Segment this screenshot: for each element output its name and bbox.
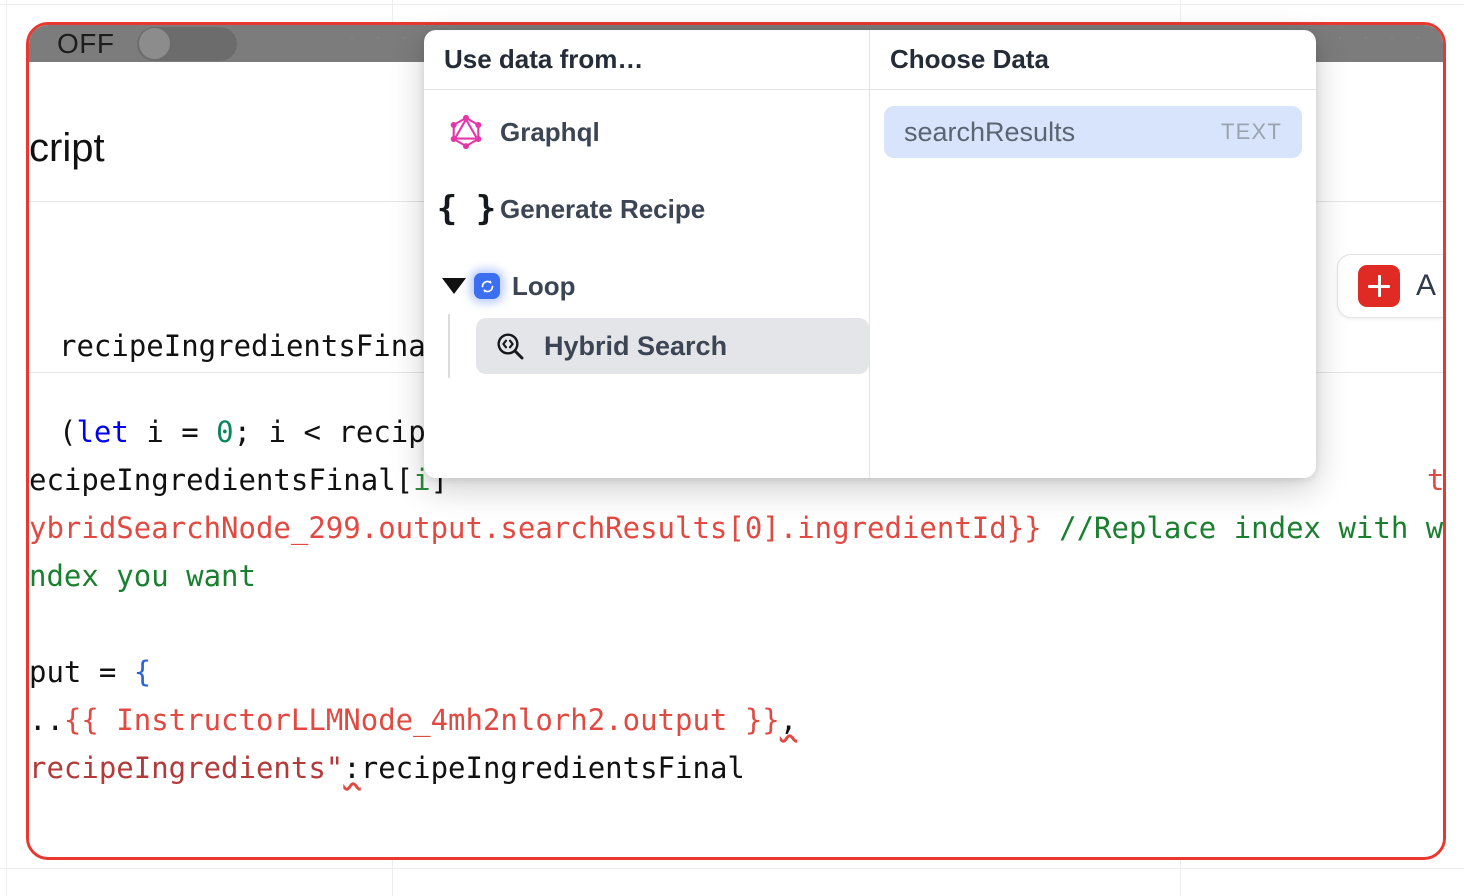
picker-data-list: searchResults TEXT	[870, 90, 1316, 478]
source-item-loop[interactable]: Loop	[424, 258, 869, 314]
code-token: i =	[129, 415, 216, 449]
plus-icon	[1358, 265, 1400, 307]
code-token: ; i < recipe	[234, 415, 444, 449]
graphql-icon	[448, 114, 484, 150]
json-braces-icon: { }	[448, 189, 484, 229]
code-token: recipeIngredientsFinal	[59, 329, 443, 363]
code-line: recipeIngredients":recipeIngredientsFina…	[29, 744, 745, 792]
data-picker-popup[interactable]: Use data from…	[424, 30, 1316, 478]
code-token: ecipeIngredientsFinal[	[29, 463, 413, 497]
code-line: t[i].	[1427, 456, 1443, 504]
source-item-graphql[interactable]: Graphql	[424, 104, 869, 160]
code-line: recipeIngredientsFinal	[59, 322, 443, 370]
loop-icon	[474, 273, 500, 299]
source-item-label: Hybrid Search	[544, 331, 727, 362]
code-line: ybridSearchNode_299.output.searchResults…	[29, 504, 1443, 552]
data-item-name: searchResults	[904, 117, 1075, 148]
add-button-label: A	[1416, 269, 1436, 303]
source-item-label: Graphql	[500, 119, 600, 145]
code-line: put = {	[29, 648, 151, 696]
code-token: t[i].	[1427, 463, 1443, 497]
picker-sources-list: Graphql { } Generate Recipe	[424, 90, 869, 478]
source-item-label: Loop	[512, 273, 576, 299]
node-title: cript	[29, 126, 105, 171]
code-line: (let i = 0; i < recipe	[59, 408, 443, 456]
toggle-knob	[139, 28, 170, 59]
code-search-icon	[494, 330, 526, 362]
node-enabled-toggle[interactable]	[137, 27, 237, 61]
code-token: recipeIngredients"	[29, 751, 343, 785]
code-token: ndex you want	[29, 559, 256, 593]
chevron-down-icon[interactable]	[442, 278, 466, 294]
code-token: ..	[29, 703, 64, 737]
code-line: ecipeIngredientsFinal[i]	[29, 456, 448, 504]
node-enabled-label: OFF	[57, 30, 115, 58]
picker-sources-header: Use data from…	[424, 30, 869, 90]
code-token: ,	[780, 703, 797, 737]
source-item-generate-recipe[interactable]: { } Generate Recipe	[424, 181, 869, 237]
code-token: put =	[29, 655, 134, 689]
code-token: (	[59, 415, 76, 449]
picker-data-column: Choose Data searchResults TEXT	[870, 30, 1316, 478]
loop-children: Hybrid Search	[424, 314, 869, 378]
code-token: {{ InstructorLLMNode_4mh2nlorh2.output }…	[64, 703, 780, 737]
code-token: 0	[216, 415, 233, 449]
source-item-label: Generate Recipe	[500, 196, 705, 222]
code-token: :	[343, 751, 360, 785]
code-token: //Replace index with wha	[1042, 511, 1443, 545]
canvas-gridline	[0, 4, 1464, 5]
canvas-gridline	[6, 0, 7, 896]
picker-data-header: Choose Data	[870, 30, 1316, 90]
code-token: let	[76, 415, 128, 449]
data-item-search-results[interactable]: searchResults TEXT	[884, 106, 1302, 158]
add-button[interactable]: A	[1337, 254, 1446, 318]
code-line: ndex you want	[29, 552, 256, 600]
code-line: ..{{ InstructorLLMNode_4mh2nlorh2.output…	[29, 696, 797, 744]
screenshot-root: { "node": { "toggle_label": "OFF", "togg…	[0, 0, 1464, 896]
source-item-hybrid-search[interactable]: Hybrid Search	[476, 318, 869, 374]
data-item-type-badge: TEXT	[1221, 119, 1282, 145]
code-token: {	[134, 655, 151, 689]
canvas-gridline	[0, 868, 1464, 869]
code-token: ybridSearchNode_299.output.searchResults…	[29, 511, 1042, 545]
picker-sources-column: Use data from…	[424, 30, 870, 478]
tree-rail	[448, 314, 450, 378]
code-token: recipeIngredientsFinal	[361, 751, 745, 785]
